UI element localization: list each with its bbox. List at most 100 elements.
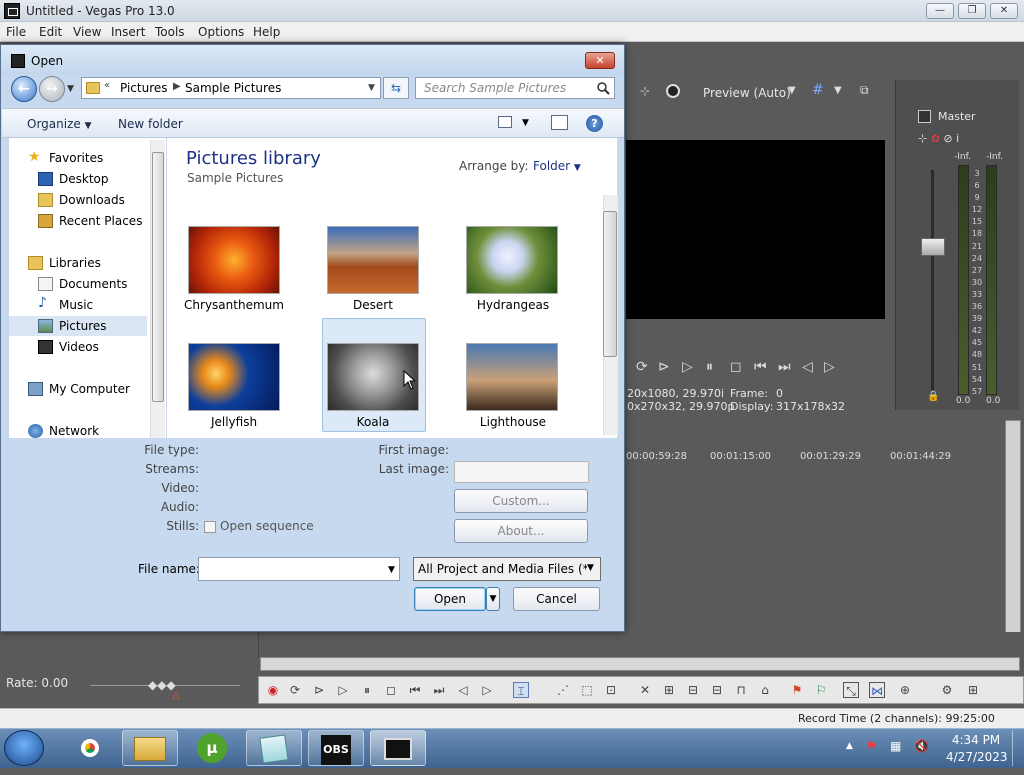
clock-time[interactable]: 4:34 PM <box>946 733 1006 747</box>
snapping-icon[interactable]: ⊕ <box>897 682 913 698</box>
menu-help[interactable]: Help <box>253 25 280 39</box>
help-icon[interactable]: ? <box>586 115 603 132</box>
timeline-horizontal-scrollbar[interactable] <box>260 657 1020 671</box>
delete-icon[interactable]: ✕ <box>637 682 653 698</box>
selection-tool-icon[interactable]: ⬚ <box>579 682 595 698</box>
breadcrumb-separator-icon[interactable]: ▶ <box>173 81 181 92</box>
volume-muted-icon[interactable]: 🔇 <box>914 739 929 753</box>
vegas-taskbar-icon[interactable] <box>370 730 426 766</box>
organize-button[interactable]: Organize ▼ <box>27 117 92 131</box>
preview-mode-label[interactable]: Preview (Auto) <box>703 86 791 100</box>
menu-file[interactable]: File <box>6 25 26 39</box>
preview-record-icon[interactable] <box>666 84 680 98</box>
nav-network[interactable]: Network <box>9 421 149 441</box>
nav-scroll-thumb[interactable] <box>152 152 164 402</box>
nav-libraries[interactable]: Libraries <box>9 253 149 273</box>
region-icon[interactable]: ⚐ <box>813 682 829 698</box>
record-icon[interactable]: ◉ <box>265 682 281 698</box>
stop-icon[interactable]: ◻ <box>383 682 399 698</box>
back-button[interactable]: ← <box>11 76 37 102</box>
envelope-tool-icon[interactable]: ⋰ <box>555 682 571 698</box>
settings-icon[interactable]: ⚙ <box>939 682 955 698</box>
play-from-start-icon[interactable]: ⊳ <box>311 682 327 698</box>
grid-dropdown-icon[interactable]: ▼ <box>834 85 842 96</box>
arrange-by-dropdown[interactable]: Folder ▼ <box>533 159 581 173</box>
refresh-button[interactable]: ⇆ <box>383 77 409 99</box>
split-icon[interactable]: ⊹ <box>640 84 650 98</box>
chrome-icon[interactable] <box>62 730 118 766</box>
next-frame-icon[interactable]: ▷ <box>824 359 835 375</box>
timeline-vertical-scrollbar[interactable] <box>1005 420 1021 656</box>
loop-playback-icon[interactable]: ⟳ <box>287 682 303 698</box>
breadcrumb-pictures[interactable]: Pictures <box>120 81 168 95</box>
timeline-ruler[interactable]: 00:00:59:28 00:01:15:00 00:01:29:29 00:0… <box>626 448 1006 466</box>
loop-icon[interactable]: ⟳ <box>636 359 648 375</box>
address-dropdown-icon[interactable]: ▼ <box>368 83 375 93</box>
menu-view[interactable]: View <box>73 25 101 39</box>
timeline-area[interactable] <box>258 632 1024 658</box>
preview-pane-icon[interactable] <box>551 115 568 130</box>
change-view-icon[interactable] <box>498 116 512 128</box>
go-to-end-icon[interactable]: ⏭ <box>431 682 447 698</box>
file-name-dropdown-icon[interactable]: ▼ <box>388 565 395 575</box>
file-type-select[interactable]: All Project and Media Files (*.veg <box>413 557 601 581</box>
nav-desktop[interactable]: Desktop <box>9 169 149 189</box>
breadcrumb-sample-pictures[interactable]: Sample Pictures <box>185 81 281 95</box>
prev-frame-icon[interactable]: ◁ <box>802 359 813 375</box>
nav-videos[interactable]: Videos <box>9 337 149 357</box>
menu-edit[interactable]: Edit <box>39 25 62 39</box>
file-explorer-icon[interactable] <box>122 730 178 766</box>
nav-scrollbar[interactable] <box>150 140 165 438</box>
crossfade-icon[interactable]: ⋈ <box>869 682 885 698</box>
file-name-input[interactable] <box>198 557 400 581</box>
open-sequence-checkbox[interactable] <box>204 521 216 533</box>
action-center-icon[interactable]: ⚑ <box>866 739 877 753</box>
nav-documents[interactable]: Documents <box>9 274 149 294</box>
address-bar[interactable]: « Pictures ▶ Sample Pictures ▼ <box>81 77 381 99</box>
notepad-icon[interactable] <box>246 730 302 766</box>
content-scroll-thumb[interactable] <box>603 211 617 357</box>
obs-icon[interactable]: OBS <box>308 730 364 766</box>
prev-frame-icon[interactable]: ◁ <box>455 682 471 698</box>
nav-my-computer[interactable]: My Computer <box>9 379 149 399</box>
nav-favorites[interactable]: ★ Favorites <box>9 148 149 168</box>
nav-recent-places[interactable]: Recent Places <box>9 211 149 231</box>
close-app-button[interactable]: ✕ <box>990 3 1018 19</box>
trim-icon[interactable]: ⊞ <box>661 682 677 698</box>
next-frame-icon[interactable]: ▷ <box>479 682 495 698</box>
clock-date[interactable]: 4/27/2023 <box>946 750 1008 764</box>
open-split-dropdown-icon[interactable]: ▼ <box>486 587 500 611</box>
custom-button[interactable]: Custom... <box>454 489 588 513</box>
breadcrumb-overflow-icon[interactable]: « <box>104 80 110 91</box>
show-desktop-button[interactable] <box>1012 730 1023 766</box>
copy-snapshot-icon[interactable]: ⧉ <box>860 83 869 98</box>
search-icon[interactable] <box>596 81 610 95</box>
about-button[interactable]: About... <box>454 519 588 543</box>
menu-tools[interactable]: Tools <box>155 25 185 39</box>
forward-button[interactable]: → <box>39 76 65 102</box>
dialog-close-button[interactable]: ✕ <box>585 52 615 69</box>
normal-edit-tool-icon[interactable]: ⌶ <box>513 682 529 698</box>
go-to-start-icon[interactable]: ⏮ <box>754 359 767 375</box>
grid-icon[interactable]: # <box>812 82 824 98</box>
menu-options[interactable]: Options <box>198 25 244 39</box>
network-tray-icon[interactable]: ▦ <box>890 739 901 753</box>
show-hidden-icons-icon[interactable]: ▲ <box>846 741 853 751</box>
event-fx-icon[interactable]: ⊞ <box>965 682 981 698</box>
search-box[interactable]: Search Sample Pictures <box>415 77 615 99</box>
lock-icon[interactable]: 🔒 <box>927 391 939 402</box>
marker-icon[interactable]: ⚑ <box>789 682 805 698</box>
play-icon[interactable]: ▷ <box>335 682 351 698</box>
go-to-start-icon[interactable]: ⏮ <box>407 682 423 698</box>
start-button[interactable] <box>4 730 44 766</box>
nav-pictures[interactable]: Pictures <box>9 316 147 336</box>
recent-locations-dropdown-icon[interactable]: ▼ <box>67 84 74 94</box>
auto-ripple-icon[interactable]: ⤡ <box>843 682 859 698</box>
stop-icon[interactable]: ◻ <box>730 359 742 375</box>
cancel-button[interactable]: Cancel <box>513 587 600 611</box>
zoom-tool-icon[interactable]: ⊡ <box>603 682 619 698</box>
menu-insert[interactable]: Insert <box>111 25 145 39</box>
pause-icon[interactable]: ⏸ <box>706 359 713 375</box>
lock-events-icon[interactable]: ⌂ <box>757 682 773 698</box>
nav-music[interactable]: ♪ Music <box>9 295 149 315</box>
